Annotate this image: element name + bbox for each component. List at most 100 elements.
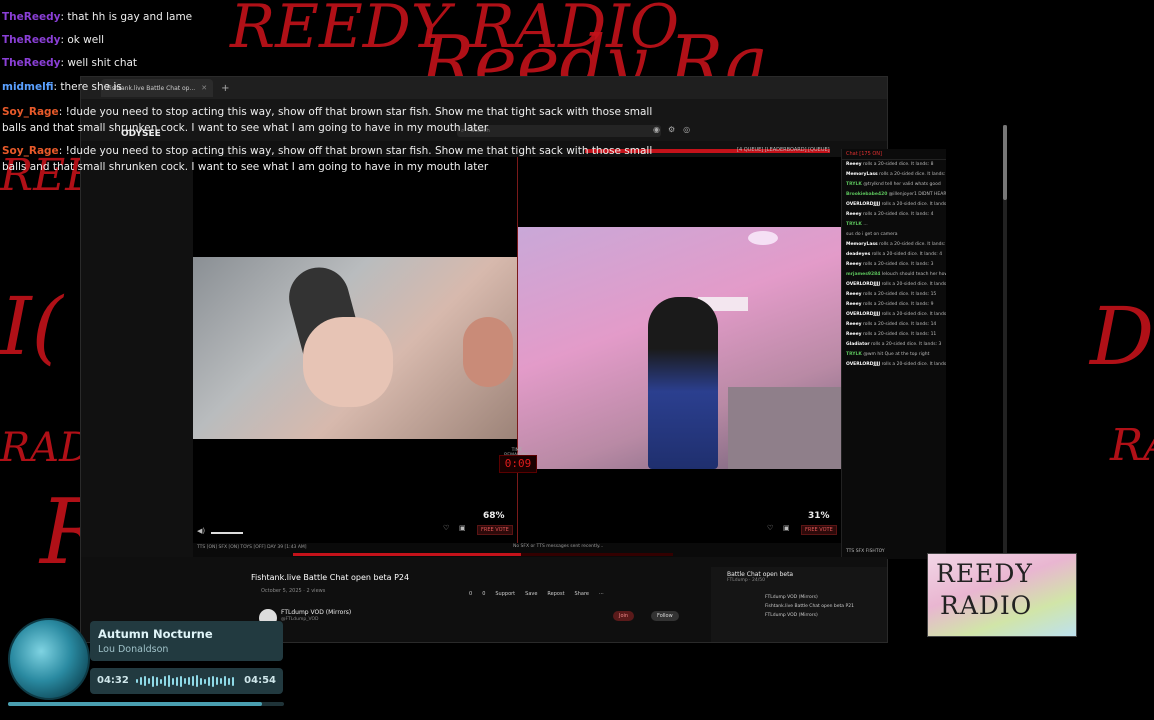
chat-username[interactable]: Reeey (846, 292, 862, 297)
waveform-bar (180, 675, 182, 687)
chat-username[interactable]: OVERLORDJJJJ (846, 202, 880, 207)
video-title: Fishtank.live Battle Chat open beta P24 (251, 573, 410, 582)
chat-username[interactable]: Reeey (846, 332, 862, 337)
waveform-bar (204, 678, 206, 684)
waveform-bar (140, 677, 142, 685)
chat-message: Reeey rolls a 20-sided dice. It lands: 4 (842, 210, 946, 220)
chat-text: : ok well (60, 34, 105, 46)
chat-text: balls and that small shrunken cock. I wa… (2, 122, 489, 134)
chat-username[interactable]: Reeey (846, 302, 862, 307)
waveform-bar (188, 677, 190, 685)
overlay-chat-line: balls and that small shrunken cock. I wa… (2, 160, 488, 174)
bg-scrawl: I( (0, 280, 63, 373)
chat-username[interactable]: Gladiator (846, 342, 870, 347)
chat-username[interactable]: mrjames9284 (846, 272, 880, 277)
chat-text: rolls a 20-sided dice. It lands: 6 (879, 172, 946, 177)
playlist-item[interactable]: FTLdump VOD (Mirrors) (761, 611, 887, 620)
chat-message: OVERLORDJJJJ rolls a 20-sided dice. It l… (842, 280, 946, 290)
chat-username[interactable]: Reeey (846, 212, 862, 217)
close-icon[interactable]: ✕ (201, 84, 207, 92)
scrollbar[interactable] (1003, 125, 1007, 555)
chat-username[interactable]: Reeey (846, 162, 862, 167)
status-mid: No SFX or TTS messages sent recently... (513, 544, 604, 549)
chat-message: Reeey rolls a 20-sided dice. It lands: 3 (842, 260, 946, 270)
scrollbar-thumb[interactable] (1003, 125, 1007, 200)
chat-message: OVERLORDJJJJ rolls a 20-sided dice. It l… (842, 200, 946, 210)
chat-username: TheReedy (2, 57, 61, 69)
free-vote-button[interactable]: FREE VOTE (477, 525, 513, 535)
chat-username[interactable]: Brookiebabe420 (846, 192, 887, 197)
chat-username[interactable]: deadeyes (846, 252, 870, 257)
person-figure (648, 297, 718, 469)
support-button[interactable]: Support (495, 591, 515, 597)
chat-footer[interactable]: TTS SFX FISHTOY (842, 547, 889, 557)
waveform-bar (148, 678, 150, 684)
waveform-bar (176, 676, 178, 686)
chat-username[interactable]: Reeey (846, 322, 862, 327)
chat-username: Soy_Rage (2, 145, 59, 157)
dislike-button[interactable]: 0 (482, 591, 485, 597)
like-button[interactable]: 0 (469, 591, 472, 597)
eye-icon[interactable]: ◉ (653, 125, 660, 134)
total-time: 04:54 (244, 675, 276, 686)
gear-icon[interactable]: ⚙ (668, 125, 675, 134)
save-button[interactable]: Save (525, 591, 537, 597)
overlay-chat-line: midmelfi: there she is (2, 80, 122, 94)
chat-username[interactable]: Reeey (846, 262, 862, 267)
chat-message: Reeey rolls a 20-sided dice. It lands: 1… (842, 320, 946, 330)
chat-username[interactable]: OVERLORDJJJJ (846, 362, 880, 367)
track-progress-fill (8, 702, 262, 706)
channel-name[interactable]: FTLdump VOD (Mirrors) (281, 609, 351, 616)
left-video[interactable] (193, 257, 517, 439)
waveform-bar (172, 677, 174, 685)
playlist-title: Battle Chat open beta (727, 571, 794, 578)
follow-button[interactable]: Follow (651, 611, 679, 621)
chat-username[interactable]: TRYLK (846, 222, 862, 227)
queue-links[interactable]: [4 QUEUE] [LEADERBOARD] [QUEUE] (737, 147, 830, 153)
chat-username[interactable]: TRYLK (846, 182, 862, 187)
overlay-chat-line: Soy_Rage: !dude you need to stop acting … (2, 144, 652, 158)
chat-username[interactable]: MemoryLass (846, 172, 878, 177)
chat-list[interactable]: Reeey rolls a 20-sided dice. It lands: 8… (842, 160, 946, 370)
chat-text: rolls a 20-sided dice. It lands: 14 (863, 322, 937, 327)
battle-left-pane (193, 157, 517, 557)
chat-message: Reeey rolls a 20-sided dice. It lands: 9 (842, 300, 946, 310)
new-tab-icon[interactable]: + (221, 83, 229, 94)
video-actions: 0 0 Support Save Repost Share ⋯ (469, 591, 604, 597)
share-button[interactable]: Share (575, 591, 589, 597)
playback-bar: 04:32 04:54 (90, 668, 283, 694)
waveform-bar (216, 677, 218, 685)
waveform-bar (192, 676, 194, 686)
face-shape (463, 317, 513, 387)
waveform-bar (160, 678, 162, 684)
chat-username[interactable]: TRYLK (846, 352, 862, 357)
chat-message: TRYLK @wm hit Que at the top right (842, 350, 946, 360)
chat-text: balls and that small shrunken cock. I wa… (2, 161, 489, 173)
free-vote-button[interactable]: FREE VOTE (801, 525, 837, 535)
right-video[interactable] (518, 227, 842, 469)
more-icon[interactable]: ⋯ (599, 591, 604, 597)
join-button[interactable]: Join (613, 611, 635, 621)
chat-text: lelouch should teach her how to makeup (881, 272, 946, 277)
heart-icon[interactable]: ♡ (443, 524, 449, 532)
chat-text: rolls a 20-sided dice. It lands: 4 (863, 212, 934, 217)
chat-username[interactable]: OVERLORDJJJJ (846, 312, 880, 317)
waveform-bar (232, 676, 234, 686)
left-percent: 68% (483, 511, 505, 521)
lock-icon[interactable]: ▣ (459, 524, 466, 532)
now-playing-widget: Autumn Nocturne Lou Donaldson 04:32 04:5… (0, 616, 290, 720)
chat-text: rolls a 20-sided dice. It lands: 11 (863, 332, 937, 337)
chat-username[interactable]: OVERLORDJJJJ (846, 282, 880, 287)
volume-icon[interactable]: ◀) (197, 527, 205, 535)
chat-username[interactable]: MemoryLass (846, 242, 878, 247)
repost-button[interactable]: Repost (547, 591, 564, 597)
user-icon[interactable]: ◎ (683, 125, 690, 134)
heart-icon[interactable]: ♡ (767, 524, 773, 532)
playlist-item[interactable]: Fishtank.live Battle Chat open beta P21 (761, 602, 887, 611)
chat-message: MemoryLass rolls a 20-sided dice. It lan… (842, 170, 946, 180)
lock-icon[interactable]: ▣ (783, 524, 790, 532)
chat-panel: Chat [175 ON] Reeey rolls a 20-sided dic… (841, 149, 946, 559)
waveform-bar (136, 679, 138, 683)
volume-slider[interactable] (211, 532, 243, 534)
playlist-item[interactable]: FTLdump VOD (Mirrors) (761, 593, 887, 602)
